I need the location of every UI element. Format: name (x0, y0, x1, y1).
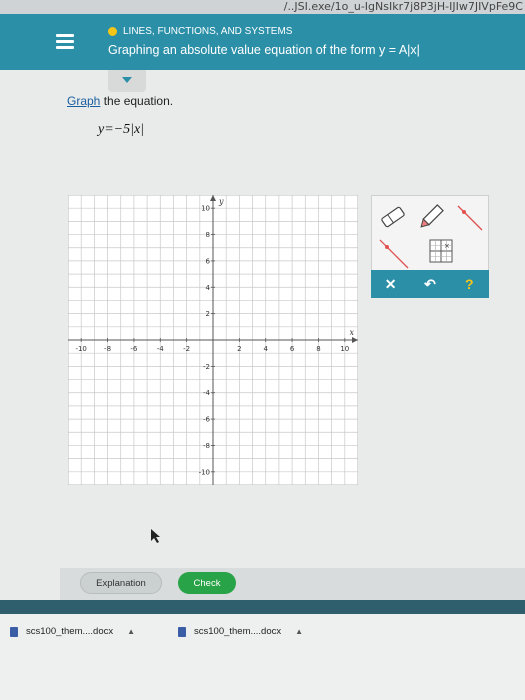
y-tick-label: 4 (206, 284, 211, 292)
x-tick-label: 2 (237, 345, 241, 353)
y-axis-label: y (218, 197, 224, 206)
page-title: Graphing an absolute value equation of t… (108, 43, 420, 57)
mouse-cursor-icon (151, 529, 160, 543)
undo-icon: ↶ (424, 275, 436, 292)
graph-help-link[interactable]: Graph (67, 94, 100, 108)
word-document-icon (10, 626, 18, 637)
ray-tool-button[interactable] (374, 234, 412, 272)
y-tick-label: 6 (206, 257, 211, 265)
topic-row: LINES, FUNCTIONS, AND SYSTEMS (108, 26, 420, 37)
x-axis-label: x (349, 328, 354, 337)
clear-button[interactable]: ✕ (371, 270, 410, 298)
download-item-2[interactable]: scs100_them....docx ▲ (178, 626, 303, 637)
x-tick-label: -4 (157, 345, 165, 353)
y-tick-label: -4 (203, 389, 211, 397)
pencil-tool-button[interactable] (412, 198, 450, 236)
x-tick-label: -10 (75, 345, 86, 353)
downloads-bar: scs100_them....docx ▲ scs100_them....doc… (0, 614, 525, 700)
eraser-icon (381, 206, 405, 228)
download-filename: scs100_them....docx (26, 626, 114, 637)
topic-status-dot-icon (108, 27, 117, 36)
line-tool-button[interactable] (450, 198, 488, 236)
x-tick-label: 8 (316, 345, 320, 353)
graph-area[interactable]: -10 -8 -6 -4 -2 2 4 6 8 10 10 8 6 4 2 -2 -4 -6 -8 -10 x y (67, 194, 359, 486)
help-button[interactable]: ? (449, 270, 489, 298)
explanation-button[interactable]: Explanation (80, 572, 162, 594)
download-item-1[interactable]: scs100_them....docx ▲ (10, 626, 135, 637)
x-tick-label: -8 (104, 345, 111, 353)
header-bar: LINES, FUNCTIONS, AND SYSTEMS Graphing a… (0, 14, 525, 70)
main-content: Graph the equation. y=−5|x| -10 -8 -6 -4 -2 2… (0, 70, 525, 600)
check-button[interactable]: Check (178, 572, 236, 594)
y-tick-label: -10 (199, 468, 210, 476)
instruction-text: Graph the equation. (67, 94, 173, 108)
y-tick-label: -8 (203, 442, 210, 450)
pencil-icon (420, 204, 444, 228)
y-tick-label: 8 (206, 231, 210, 239)
ray-tool-icon (379, 239, 409, 269)
equation: y=−5|x| (98, 122, 145, 137)
expand-dropdown-button[interactable] (108, 70, 146, 92)
x-tick-label: 6 (290, 345, 295, 353)
url-text: /..JSI.exe/1o_u-IgNsIkr7j8P3jH-IJIw7JIVp… (283, 0, 523, 13)
y-tick-label: 10 (201, 205, 210, 213)
word-document-icon (178, 626, 186, 637)
line-tool-icon (457, 205, 483, 231)
header-text: LINES, FUNCTIONS, AND SYSTEMS Graphing a… (108, 26, 420, 57)
y-tick-label: -2 (203, 363, 210, 371)
download-filename: scs100_them....docx (194, 626, 282, 637)
eraser-tool-button[interactable] (374, 198, 412, 236)
chevron-down-icon (122, 77, 132, 83)
graph-action-bar: ✕ ↶ ? (371, 270, 489, 298)
hamburger-menu-icon[interactable] (56, 34, 74, 49)
instruction-rest: the equation. (100, 94, 174, 108)
point-tool-button[interactable]: × (424, 234, 462, 272)
x-tick-label: -6 (130, 345, 138, 353)
point-grid-icon: × (429, 239, 453, 263)
y-tick-label: -6 (203, 416, 211, 424)
topic-label: LINES, FUNCTIONS, AND SYSTEMS (123, 26, 293, 37)
close-icon: ✕ (384, 275, 397, 292)
undo-button[interactable]: ↶ (410, 270, 449, 298)
browser-url-bar: /..JSI.exe/1o_u-IgNsIkr7j8P3jH-IJIw7JIVp… (0, 0, 525, 14)
x-tick-label: 10 (340, 345, 349, 353)
coordinate-grid[interactable]: -10 -8 -6 -4 -2 2 4 6 8 10 10 8 6 4 2 -2 -4 -6 -8 -10 x y (67, 194, 359, 486)
y-tick-label: 2 (206, 310, 210, 318)
page-bottom-band (0, 600, 525, 614)
chevron-up-icon[interactable]: ▲ (295, 627, 303, 636)
chevron-up-icon[interactable]: ▲ (127, 627, 135, 636)
x-tick-label: -2 (183, 345, 190, 353)
help-icon: ? (465, 276, 474, 292)
x-tick-label: 4 (263, 345, 268, 353)
svg-text:×: × (444, 242, 450, 250)
